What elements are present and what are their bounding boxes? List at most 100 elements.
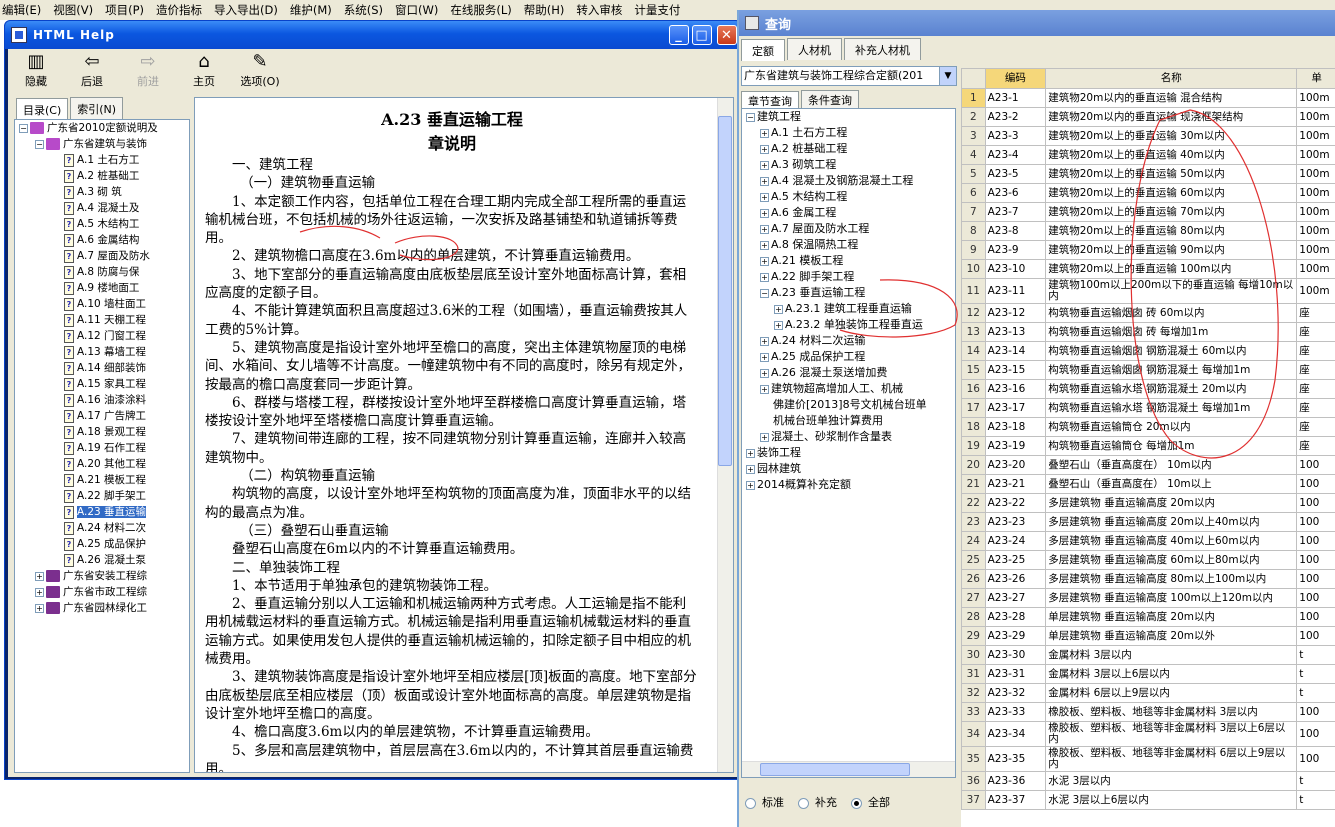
chapter-tree-item[interactable]: + A.6 金属工程 <box>742 205 955 221</box>
menu-item[interactable]: 导入导出(D) <box>214 2 278 18</box>
toc-item[interactable]: ? A.6 金属结构 <box>15 232 189 248</box>
toc-item[interactable]: ? A.19 石作工程 <box>15 440 189 456</box>
expand-icon[interactable]: + <box>774 304 783 314</box>
chapter-tree-item[interactable]: 佛建价[2013]8号文机械台班单 <box>742 397 955 413</box>
chapter-tree-item[interactable]: + 园林建筑 <box>742 461 955 477</box>
expand-icon[interactable]: + <box>760 192 769 202</box>
toc-item[interactable]: ? A.9 楼地面工 <box>15 280 189 296</box>
chapter-tree-item[interactable]: +2014概算补充定额 <box>742 477 955 493</box>
toc-item[interactable]: ? A.16 油漆涂料 <box>15 392 189 408</box>
scrollbar-thumb[interactable] <box>718 116 732 466</box>
table-row[interactable]: 13 A23-13 构筑物垂直运输烟囱 砖 每增加1m 座 <box>961 322 1335 342</box>
query-tab[interactable]: 补充人材机 <box>844 38 921 60</box>
toc-item[interactable]: ? A.22 脚手架工 <box>15 488 189 504</box>
toc-item[interactable]: ? A.20 其他工程 <box>15 456 189 472</box>
expand-icon[interactable]: + <box>35 603 44 613</box>
expand-icon[interactable]: + <box>760 272 769 282</box>
expand-icon[interactable]: + <box>760 256 769 266</box>
menu-item[interactable]: 编辑(E) <box>2 2 41 18</box>
grid-header-unit[interactable]: 单 <box>1296 68 1335 89</box>
chapter-tree-item[interactable]: + A.26 混凝土泵送增加费 <box>742 365 955 381</box>
toc-item[interactable]: ? A.3 砌 筑 <box>15 184 189 200</box>
expand-icon[interactable]: + <box>760 368 769 378</box>
table-row[interactable]: 27 A23-27 多层建筑物 垂直运输高度 100m以上120m以内 100 <box>961 588 1335 608</box>
table-row[interactable]: 28 A23-28 单层建筑物 垂直运输高度 20m以内 100 <box>961 607 1335 627</box>
table-row[interactable]: 29 A23-29 单层建筑物 垂直运输高度 20m以外 100 <box>961 626 1335 646</box>
filter-radio[interactable]: 补充 <box>798 794 837 810</box>
chapter-tree-item[interactable]: + A.5 木结构工程 <box>742 189 955 205</box>
table-row[interactable]: 19 A23-19 构筑物垂直运输筒仓 每增加1m 座 <box>961 436 1335 456</box>
toc-item[interactable]: ? A.5 木结构工 <box>15 216 189 232</box>
toc-item[interactable]: ? A.10 墙柱面工 <box>15 296 189 312</box>
nav-tab[interactable]: 索引(N) <box>70 97 124 119</box>
query-tab[interactable]: 人材机 <box>787 38 842 60</box>
table-row[interactable]: 36 A23-36 水泥 3层以内 t <box>961 771 1335 791</box>
toc-item[interactable]: ? A.18 景观工程 <box>15 424 189 440</box>
chapter-tree-item[interactable]: + A.2 桩基础工程 <box>742 141 955 157</box>
table-row[interactable]: 2 A23-2 建筑物20m以内的垂直运输 现浇框架结构 100m <box>961 107 1335 127</box>
menu-item[interactable]: 项目(P) <box>105 2 144 18</box>
table-row[interactable]: 1 A23-1 建筑物20m以内的垂直运输 混合结构 100m <box>961 88 1335 108</box>
collapse-icon[interactable]: − <box>19 123 28 133</box>
expand-icon[interactable]: + <box>760 336 769 346</box>
close-button[interactable]: ✕ <box>717 25 737 45</box>
menu-item[interactable]: 在线服务(L) <box>450 2 511 18</box>
table-row[interactable]: 8 A23-8 建筑物20m以上的垂直运输 80m以内 100m <box>961 221 1335 241</box>
expand-icon[interactable]: + <box>774 320 783 330</box>
expand-icon[interactable]: + <box>760 384 769 394</box>
table-row[interactable]: 24 A23-24 多层建筑物 垂直运输高度 40m以上60m以内 100 <box>961 531 1335 551</box>
table-row[interactable]: 26 A23-26 多层建筑物 垂直运输高度 80m以上100m以内 100 <box>961 569 1335 589</box>
table-row[interactable]: 34 A23-34 橡胶板、塑料板、地毯等非金属材料 3层以上6层以内 100 <box>961 721 1335 747</box>
chapter-tree-item[interactable]: + A.23.2 单独装饰工程垂直运 <box>742 317 955 333</box>
expand-icon[interactable]: + <box>35 571 44 581</box>
table-row[interactable]: 6 A23-6 建筑物20m以上的垂直运输 60m以内 100m <box>961 183 1335 203</box>
chapter-tree-item[interactable]: + A.1 土石方工程 <box>742 125 955 141</box>
toc-item[interactable]: ? A.25 成品保护 <box>15 536 189 552</box>
toc-item[interactable]: ? A.24 材料二次 <box>15 520 189 536</box>
toc-item[interactable]: + 广东省园林绿化工 <box>15 600 189 616</box>
expand-icon[interactable]: + <box>760 224 769 234</box>
chapter-tree-item[interactable]: + A.25 成品保护工程 <box>742 349 955 365</box>
table-row[interactable]: 10 A23-10 建筑物20m以上的垂直运输 100m以内 100m <box>961 259 1335 279</box>
expand-icon[interactable]: + <box>760 144 769 154</box>
toolbar-button[interactable]: ✎ 选项(O) <box>232 51 288 89</box>
expand-icon[interactable]: + <box>746 480 755 490</box>
chapter-tree-item[interactable]: + A.22 脚手架工程 <box>742 269 955 285</box>
chapter-tree-item[interactable]: + A.23.1 建筑工程垂直运输 <box>742 301 955 317</box>
menu-item[interactable]: 转入审核 <box>576 2 622 18</box>
chapter-tree-item[interactable]: + 装饰工程 <box>742 445 955 461</box>
toolbar-button[interactable]: ⌂ 主页 <box>176 51 232 89</box>
radio-icon[interactable] <box>798 797 809 809</box>
table-row[interactable]: 11 A23-11 建筑物100m以上200m以下的垂直运输 每增10m以内 100m <box>961 278 1335 304</box>
toc-item[interactable]: ? A.21 模板工程 <box>15 472 189 488</box>
toc-item[interactable]: ? A.17 广告牌工 <box>15 408 189 424</box>
toc-item[interactable]: ? A.2 桩基础工 <box>15 168 189 184</box>
nav-tab[interactable]: 目录(C) <box>16 98 69 120</box>
toc-item[interactable]: ? A.23 垂直运输 <box>15 504 189 520</box>
query-tab[interactable]: 定额 <box>741 39 785 61</box>
content-scrollbar[interactable] <box>717 98 733 772</box>
chapter-tree-item[interactable]: + A.21 模板工程 <box>742 253 955 269</box>
menu-item[interactable]: 计量支付 <box>634 2 680 18</box>
toc-item[interactable]: ? A.26 混凝土泵 <box>15 552 189 568</box>
radio-icon[interactable] <box>851 797 862 809</box>
chevron-down-icon[interactable]: ▼ <box>939 67 956 85</box>
table-row[interactable]: 23 A23-23 多层建筑物 垂直运输高度 20m以上40m以内 100 <box>961 512 1335 532</box>
toc-item[interactable]: ? A.14 细部装饰 <box>15 360 189 376</box>
chapter-tree-item[interactable]: + A.4 混凝土及钢筋混凝土工程 <box>742 173 955 189</box>
table-row[interactable]: 31 A23-31 金属材料 3层以上6层以内 t <box>961 664 1335 684</box>
table-row[interactable]: 3 A23-3 建筑物20m以上的垂直运输 30m以内 100m <box>961 126 1335 146</box>
expand-icon[interactable]: + <box>760 352 769 362</box>
table-row[interactable]: 4 A23-4 建筑物20m以上的垂直运输 40m以内 100m <box>961 145 1335 165</box>
hscroll-thumb[interactable] <box>760 763 910 776</box>
table-row[interactable]: 15 A23-15 构筑物垂直运输烟囱 钢筋混凝土 每增加1m 座 <box>961 360 1335 380</box>
collapse-icon[interactable]: − <box>35 139 44 149</box>
menu-item[interactable]: 系统(S) <box>344 2 383 18</box>
expand-icon[interactable]: + <box>760 128 769 138</box>
filter-radio[interactable]: 标准 <box>745 794 784 810</box>
toc-item[interactable]: ? A.1 土石方工 <box>15 152 189 168</box>
collapse-icon[interactable]: − <box>760 288 769 298</box>
menu-item[interactable]: 维护(M) <box>290 2 332 18</box>
chapter-tree-item[interactable]: + A.8 保温隔热工程 <box>742 237 955 253</box>
search-mode-tab[interactable]: 条件查询 <box>801 90 859 108</box>
